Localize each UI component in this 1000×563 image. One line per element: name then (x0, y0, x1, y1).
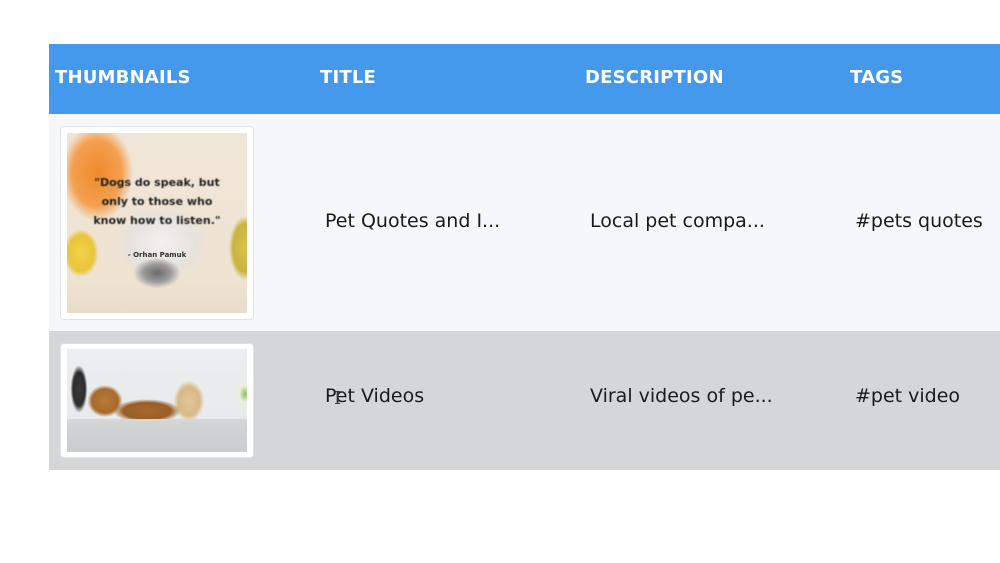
table-row[interactable]: Pet Videos Viral videos of pe... #pet vi… (49, 331, 1000, 470)
content-table: THUMBNAILS TITLE DESCRIPTION TAGS "Dogs … (49, 44, 1000, 470)
table-header: THUMBNAILS TITLE DESCRIPTION TAGS (49, 44, 1000, 114)
column-header-thumbnails[interactable]: THUMBNAILS (55, 44, 191, 114)
column-header-title[interactable]: TITLE (320, 44, 376, 114)
row-description[interactable]: Local pet compa... (590, 210, 765, 232)
row-tags[interactable]: #pets quotes (855, 210, 983, 232)
thumbnail[interactable] (60, 343, 254, 458)
thumbnail-quote-author: - Orhan Pamuk (127, 251, 187, 259)
thumbnail-image-puppies (67, 349, 247, 452)
thumbnail-image-puppy-quote: "Dogs do speak, but only to those who kn… (67, 133, 247, 313)
column-header-description[interactable]: DESCRIPTION (585, 44, 724, 114)
table-row[interactable]: "Dogs do speak, but only to those who kn… (49, 114, 1000, 331)
thumbnail[interactable]: "Dogs do speak, but only to those who kn… (60, 126, 254, 320)
row-title[interactable]: Pet Quotes and I... (325, 210, 500, 232)
text-cursor-icon: I (334, 388, 342, 409)
row-description[interactable]: Viral videos of pe... (590, 385, 773, 407)
column-header-tags[interactable]: TAGS (850, 44, 903, 114)
thumbnail-quote-text: "Dogs do speak, but only to those who kn… (93, 176, 221, 227)
row-tags[interactable]: #pet video (855, 385, 960, 407)
